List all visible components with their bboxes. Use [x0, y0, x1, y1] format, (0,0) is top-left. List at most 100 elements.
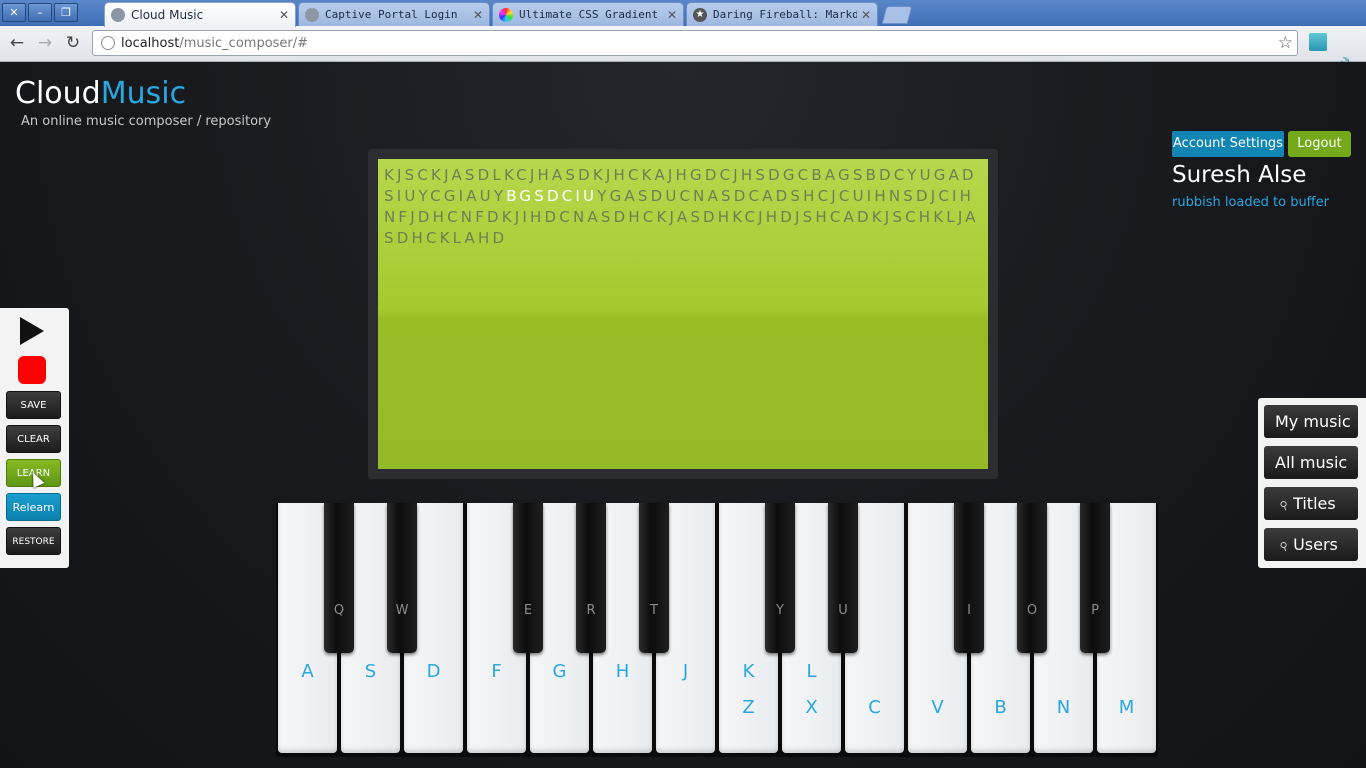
key-label: G — [552, 661, 567, 682]
browser-tab-css-gradient[interactable]: Ultimate CSS Gradient Ge ✕ — [492, 2, 684, 26]
black-key-r[interactable]: R — [576, 503, 606, 653]
tab-close-icon[interactable]: ✕ — [861, 8, 871, 22]
key-label: E — [523, 603, 533, 618]
url-path: /music_composer/# — [179, 35, 309, 51]
all-music-label: All music — [1275, 453, 1348, 472]
browser-tab-daring-fireball[interactable]: ★ Daring Fireball: Markdow ✕ — [686, 2, 878, 26]
key-label: J — [682, 661, 689, 682]
bookmarks-icon[interactable] — [1309, 33, 1327, 51]
save-button[interactable]: SAVE — [6, 391, 61, 419]
key-label: T — [650, 603, 658, 618]
key-label: U — [838, 603, 848, 618]
key-label: X — [805, 697, 818, 718]
composer-screen: KJSCKJASDLKCJHASDKJHCKAJHGDCJHSDGCBAGSBD… — [368, 149, 998, 479]
tab-title: Captive Portal Login — [325, 8, 458, 21]
site-logo[interactable]: CloudMusic — [15, 76, 186, 111]
browser-tab-captive-portal[interactable]: Captive Portal Login ✕ — [298, 2, 490, 26]
key-label: B — [994, 697, 1007, 718]
status-message: rubbish loaded to buffer — [1172, 195, 1329, 210]
titles-label: Titles — [1293, 494, 1336, 513]
key-label: H — [615, 661, 630, 682]
tab-close-icon[interactable]: ✕ — [667, 8, 677, 22]
black-key-y[interactable]: Y — [765, 503, 795, 653]
library-nav-panel: My music All music ⚲ Titles ⚲ Users — [1258, 398, 1366, 568]
notes-highlighted: BGSDCIU — [506, 187, 598, 205]
reload-icon[interactable]: ↻ — [62, 33, 84, 53]
logout-button[interactable]: Logout — [1288, 131, 1351, 157]
globe-icon — [111, 8, 125, 22]
users-label: Users — [1293, 535, 1338, 554]
color-wheel-icon — [499, 7, 513, 22]
account-settings-button[interactable]: Account Settings — [1172, 131, 1284, 157]
window-controls: ✕ – ❐ — [2, 3, 78, 22]
key-label: Y — [776, 603, 784, 618]
play-icon[interactable] — [20, 317, 44, 345]
window-minimize-icon[interactable]: – — [28, 3, 52, 22]
address-bar[interactable]: localhost/music_composer/# ☆ — [92, 30, 1298, 56]
restore-button[interactable]: RESTORE — [6, 527, 61, 555]
black-key-o[interactable]: O — [1017, 503, 1047, 653]
browser-toolbar: ← → ↻ localhost/music_composer/# ☆ 🔧 — [0, 26, 1366, 77]
key-label: Q — [333, 603, 345, 618]
my-music-button[interactable]: My music — [1264, 405, 1358, 438]
tab-close-icon[interactable]: ✕ — [279, 8, 289, 22]
key-label: M — [1118, 697, 1135, 718]
search-icon: ⚲ — [1278, 539, 1291, 554]
all-music-button[interactable]: All music — [1264, 446, 1358, 479]
search-titles-button[interactable]: ⚲ Titles — [1264, 487, 1358, 520]
black-key-i[interactable]: I — [954, 503, 984, 653]
back-arrow-icon[interactable]: ← — [6, 33, 28, 53]
black-key-e[interactable]: E — [513, 503, 543, 653]
key-label: W — [395, 603, 409, 618]
new-tab-button[interactable] — [881, 6, 913, 24]
key-label: P — [1091, 603, 1099, 618]
key-label: C — [868, 697, 881, 718]
globe-icon — [305, 7, 319, 22]
tab-title: Daring Fireball: Markdow — [713, 8, 857, 21]
window-restore-icon[interactable]: ❐ — [54, 3, 78, 22]
key-label: V — [931, 697, 944, 718]
window-close-icon[interactable]: ✕ — [2, 3, 26, 22]
address-url: localhost/music_composer/# — [121, 36, 308, 51]
forward-arrow-icon[interactable]: → — [34, 33, 56, 53]
url-host: localhost — [121, 35, 180, 51]
key-label: O — [1026, 603, 1038, 618]
page-globe-icon — [101, 36, 115, 50]
black-key-u[interactable]: U — [828, 503, 858, 653]
star-icon: ★ — [693, 7, 707, 22]
key-label: N — [1056, 697, 1071, 718]
key-label: F — [491, 661, 502, 682]
logo-music: Music — [100, 76, 187, 111]
browser-tab-cloud-music[interactable]: Cloud Music ✕ — [104, 2, 296, 27]
site-tagline: An online music composer / repository — [21, 114, 272, 129]
key-label: S — [364, 661, 377, 682]
black-key-w[interactable]: W — [387, 503, 417, 653]
key-label: A — [301, 661, 314, 682]
browser-tab-bar: ✕ – ❐ Cloud Music ✕ Captive Portal Login… — [0, 0, 1366, 27]
clear-button[interactable]: CLEAR — [6, 425, 61, 453]
playback-controls-panel: SAVE CLEAR LEARN Relearn RESTORE — [0, 308, 69, 568]
key-label: Z — [742, 697, 755, 718]
tab-title: Ultimate CSS Gradient Ge — [519, 8, 663, 21]
tab-close-icon[interactable]: ✕ — [473, 8, 483, 22]
logo-cloud: Cloud — [15, 76, 101, 111]
search-icon: ⚲ — [1278, 498, 1291, 513]
black-key-p[interactable]: P — [1080, 503, 1110, 653]
page-content: CloudMusic An online music composer / re… — [0, 62, 1366, 768]
key-label: D — [426, 661, 441, 682]
bookmark-star-icon[interactable]: ☆ — [1278, 33, 1293, 53]
composer-display: KJSCKJASDLKCJHASDKJHCKAJHGDCJHSDGCBAGSBD… — [378, 159, 988, 469]
black-key-q[interactable]: Q — [324, 503, 354, 653]
record-icon[interactable] — [18, 356, 46, 384]
black-key-t[interactable]: T — [639, 503, 669, 653]
key-label: L — [806, 661, 817, 682]
search-users-button[interactable]: ⚲ Users — [1264, 528, 1358, 561]
key-label: R — [586, 603, 596, 618]
key-label: I — [967, 603, 971, 618]
relearn-button[interactable]: Relearn — [6, 493, 61, 521]
my-music-label: My music — [1275, 412, 1351, 431]
tab-title: Cloud Music — [131, 8, 204, 22]
note-sequence: KJSCKJASDLKCJHASDKJHCKAJHGDCJHSDGCBAGSBD… — [384, 165, 984, 249]
user-name: Suresh Alse — [1172, 162, 1307, 188]
key-label: K — [742, 661, 755, 682]
